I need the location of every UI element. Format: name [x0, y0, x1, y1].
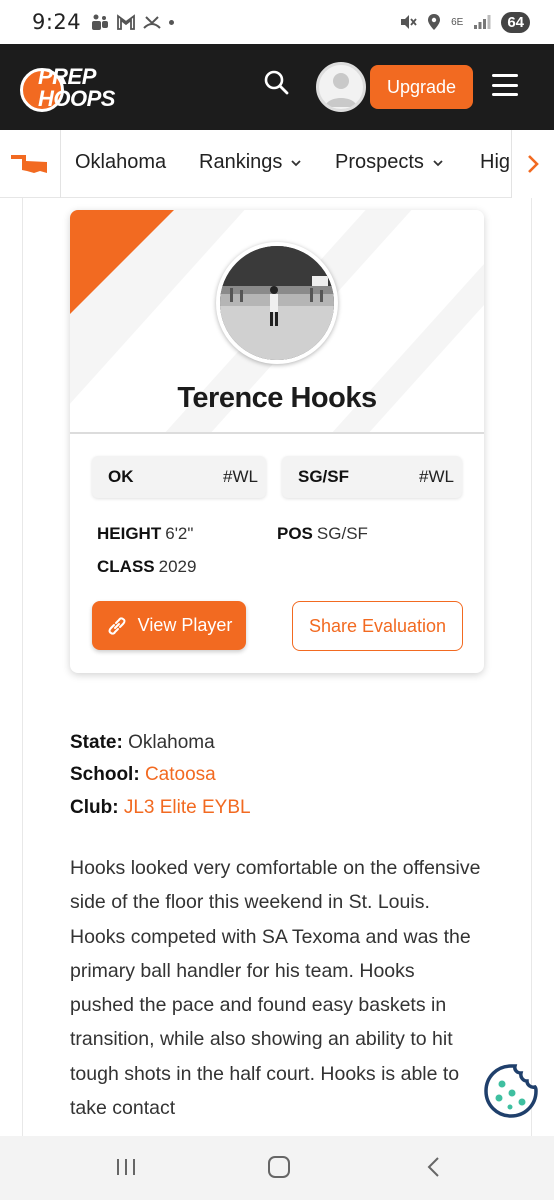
card-separator: [70, 432, 484, 434]
school-info: School: Catoosa: [70, 764, 216, 786]
battery-indicator: 64: [501, 11, 530, 33]
logo-text-prep: PREP: [38, 64, 96, 89]
chevron-right-icon: [528, 155, 539, 173]
state-info: State: Oklahoma: [70, 732, 215, 754]
teams-icon: [92, 14, 109, 30]
wifi-6e-icon: 6E: [451, 16, 464, 28]
orange-corner-accent: [70, 210, 174, 314]
cookie-icon: [484, 1064, 538, 1118]
chevron-down-icon: [433, 159, 443, 166]
club-info: Club: JL3 Elite EYBL: [70, 797, 251, 819]
nav-item-highlights[interactable]: Hig: [480, 151, 510, 174]
search-icon: [264, 70, 289, 95]
system-icons: 6E 64: [399, 11, 530, 33]
player-card: Terence Hooks OK #WL SG/SF #WL HEIGHT 6'2…: [70, 210, 484, 673]
mute-icon: [401, 15, 417, 29]
menu-icon-bar: [492, 83, 518, 87]
logo-text-hoops: HOOPS: [38, 86, 115, 111]
share-evaluation-button[interactable]: Share Evaluation: [292, 601, 463, 651]
position-label: POS: [277, 524, 313, 543]
class-label: CLASS: [97, 557, 155, 576]
tag-rank: #WL: [223, 467, 258, 486]
back-button[interactable]: [424, 1156, 444, 1183]
state-rank-tag[interactable]: OK #WL: [92, 456, 266, 498]
site-header: PREP HOOPS Upgrade: [0, 44, 554, 130]
view-player-label: View Player: [137, 615, 233, 635]
upgrade-button[interactable]: Upgrade: [370, 65, 473, 109]
player-card-header: Terence Hooks: [70, 210, 484, 434]
tag-position: SG/SF: [298, 467, 350, 486]
more-notifications-dot: [169, 19, 175, 25]
status-bar: 9:24 6E 64: [0, 0, 554, 44]
user-avatar[interactable]: [316, 62, 366, 112]
notification-icons: [91, 13, 175, 31]
oklahoma-state-icon[interactable]: [10, 154, 48, 174]
status-time: 9:24: [32, 10, 82, 34]
class-stat: CLASS 2029: [97, 557, 196, 577]
menu-icon-bar: [492, 93, 518, 96]
school-label: School:: [70, 764, 140, 785]
player-photo-image: [220, 246, 334, 360]
menu-button[interactable]: [492, 74, 518, 96]
position-rank-tag[interactable]: SG/SF #WL: [282, 456, 462, 498]
nav-item-label: Hig: [480, 151, 511, 173]
evaluation-text: Hooks looked very comfortable on the off…: [70, 857, 481, 1120]
location-icon: [428, 14, 441, 30]
tag-state: OK: [108, 467, 134, 486]
section-nav: Oklahoma Rankings Prospects Hig: [0, 130, 554, 198]
height-label: HEIGHT: [97, 524, 162, 543]
player-photo: [216, 242, 338, 364]
signal-icon: [474, 15, 491, 29]
default-avatar-icon: [325, 73, 357, 107]
cookie-settings-button[interactable]: [482, 1062, 540, 1120]
recent-apps-button[interactable]: [114, 1156, 138, 1183]
nav-item-oklahoma[interactable]: Oklahoma: [75, 151, 166, 174]
nav-item-rankings[interactable]: Rankings: [199, 151, 302, 174]
club-link[interactable]: JL3 Elite EYBL: [124, 797, 251, 818]
chevron-down-icon: [291, 159, 302, 166]
android-navigation-bar: [0, 1136, 554, 1200]
home-icon: [268, 1156, 290, 1178]
home-button[interactable]: [267, 1156, 291, 1183]
nav-item-label: Oklahoma: [75, 151, 167, 173]
position-value: SG/SF: [316, 524, 368, 543]
state-label: State:: [70, 732, 123, 753]
menu-icon: [492, 74, 518, 77]
height-value: 6'2": [165, 524, 194, 543]
recent-apps-icon: [117, 1159, 135, 1175]
height-stat: HEIGHT 6'2": [97, 524, 193, 544]
missed-call-icon: [143, 16, 161, 29]
nav-items: Oklahoma Rankings Prospects Hig: [61, 130, 511, 198]
nav-item-label: Rankings: [199, 151, 283, 173]
nav-scroll-right-button[interactable]: [511, 130, 554, 198]
gmail-icon: [117, 14, 136, 30]
view-player-button[interactable]: View Player: [92, 601, 246, 650]
link-icon: [108, 616, 126, 635]
nav-item-label: Prospects: [335, 151, 424, 173]
club-label: Club:: [70, 797, 119, 818]
school-link[interactable]: Catoosa: [145, 764, 216, 785]
position-stat: POS SG/SF: [277, 524, 368, 544]
tag-rank: #WL: [419, 467, 454, 486]
search-button[interactable]: [262, 68, 292, 98]
nav-item-prospects[interactable]: Prospects: [335, 151, 444, 174]
class-value: 2029: [158, 557, 197, 576]
back-icon: [427, 1157, 439, 1177]
prep-hoops-logo[interactable]: PREP HOOPS: [20, 62, 128, 114]
player-name: Terence Hooks: [177, 382, 377, 414]
state-value: Oklahoma: [128, 732, 215, 753]
